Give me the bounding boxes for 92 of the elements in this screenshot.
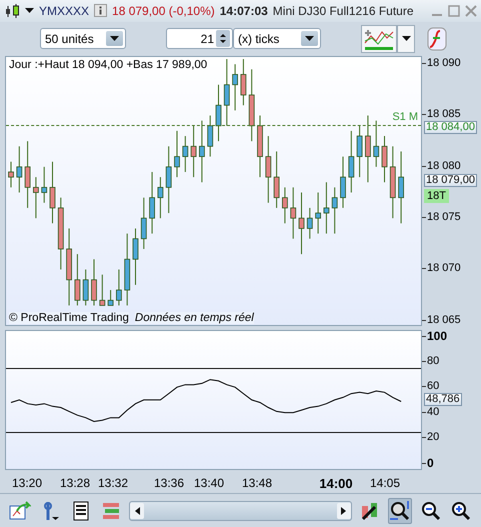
copyright-text: © ProRealTime Trading bbox=[9, 312, 129, 324]
candle bbox=[290, 186, 296, 239]
symbol-label[interactable]: YMXXXX bbox=[39, 4, 90, 18]
price-axis-label: 18 080 bbox=[427, 160, 461, 173]
candle bbox=[282, 186, 288, 224]
caret-icon bbox=[25, 8, 34, 14]
level-label: S1 M bbox=[392, 111, 418, 124]
time-axis-label: 13:28 bbox=[60, 476, 90, 490]
last-price-tag: 18 079,00 bbox=[424, 174, 477, 187]
candle bbox=[8, 160, 14, 188]
candle bbox=[324, 181, 330, 234]
time-axis-label: 14:00 bbox=[319, 476, 353, 492]
candle bbox=[382, 135, 388, 182]
instrument-name: Mini DJ30 Full1216 Future bbox=[272, 4, 414, 18]
indicators-button[interactable] bbox=[361, 24, 397, 53]
candle bbox=[108, 289, 114, 306]
candle bbox=[74, 253, 80, 306]
oscillator-axis-label: 100 bbox=[427, 330, 448, 343]
candle bbox=[315, 192, 321, 234]
candle bbox=[232, 63, 238, 111]
candle bbox=[24, 140, 30, 208]
oscillator-axis-label: 20 bbox=[427, 431, 440, 444]
candle bbox=[190, 124, 196, 178]
oscillator-axis-label: 0 bbox=[427, 456, 434, 470]
time-axis-label: 13:40 bbox=[194, 476, 224, 490]
candle bbox=[340, 156, 346, 208]
spinner-arrows-icon[interactable] bbox=[216, 30, 230, 48]
candle bbox=[166, 146, 172, 214]
quote-time: 14:07:03 bbox=[220, 4, 268, 18]
candle bbox=[306, 207, 313, 239]
data-note: Données en temps réel bbox=[134, 312, 254, 324]
caret-icon bbox=[402, 36, 410, 42]
time-axis-label: 13:36 bbox=[154, 476, 184, 490]
candle bbox=[298, 192, 304, 254]
oscillator-value-tag: 48,786 bbox=[424, 393, 462, 406]
price-axis-label: 18 075 bbox=[427, 210, 461, 224]
oscillator-axis-label: 80 bbox=[427, 354, 440, 368]
zoom-tool-button[interactable] bbox=[388, 498, 412, 524]
oscillator-axis-label: 60 bbox=[427, 380, 440, 394]
price-change: 18 079,00 (-0,10%) bbox=[112, 4, 215, 18]
time-axis-label: 13:48 bbox=[242, 476, 272, 490]
candle bbox=[174, 130, 180, 178]
units-dropdown[interactable]: 50 unités bbox=[40, 28, 126, 50]
caret-icon bbox=[110, 36, 119, 42]
candle bbox=[274, 150, 280, 208]
caret-icon bbox=[305, 36, 314, 42]
candle bbox=[41, 166, 48, 203]
candle bbox=[158, 176, 164, 218]
price-axis-label: 18 090 bbox=[427, 56, 461, 70]
candle bbox=[132, 228, 138, 286]
candle bbox=[140, 196, 147, 250]
daily-high-low: Jour :+Haut 18 094,00 +Bas 17 989,00 bbox=[9, 58, 208, 71]
candle bbox=[199, 120, 205, 182]
candle bbox=[265, 135, 272, 203]
time-axis-label: 13:20 bbox=[12, 476, 42, 490]
period-count-field[interactable]: 21 bbox=[166, 28, 233, 50]
candle bbox=[33, 176, 39, 218]
indicators-menu-button[interactable] bbox=[397, 24, 415, 53]
price-axis-label: 18 085 bbox=[427, 108, 461, 122]
candle bbox=[365, 114, 371, 182]
candle bbox=[91, 258, 97, 306]
horizontal-scrollbar[interactable] bbox=[129, 500, 352, 521]
tick-count-badge: 18T bbox=[424, 188, 449, 203]
scroll-left-icon[interactable] bbox=[134, 506, 140, 515]
price-axis-label: 18 065 bbox=[427, 314, 461, 327]
info-icon[interactable] bbox=[94, 4, 108, 18]
candle bbox=[216, 84, 222, 142]
function-icon[interactable] bbox=[427, 26, 447, 51]
candle bbox=[356, 124, 362, 178]
candle-logo-icon bbox=[4, 2, 20, 19]
candle bbox=[182, 135, 188, 172]
candle bbox=[332, 186, 338, 234]
price-axis-label: 18 070 bbox=[427, 262, 461, 276]
candle bbox=[257, 114, 263, 178]
period-unit-dropdown[interactable]: (x) ticks bbox=[233, 28, 321, 50]
candle bbox=[224, 58, 230, 126]
level-price-tag: 18 084,00 bbox=[424, 121, 477, 134]
time-axis-label: 14:05 bbox=[370, 476, 400, 490]
time-axis-label: 13:32 bbox=[98, 476, 128, 490]
candle bbox=[16, 146, 22, 193]
scroll-right-icon[interactable] bbox=[341, 506, 346, 515]
candle bbox=[149, 171, 155, 234]
candle bbox=[116, 268, 122, 306]
oscillator-axis-label: 40 bbox=[427, 406, 440, 419]
candle bbox=[348, 130, 354, 193]
candle bbox=[373, 120, 380, 168]
candle bbox=[207, 114, 214, 157]
candle bbox=[99, 274, 106, 306]
candle bbox=[240, 58, 246, 106]
chart-signals-icon bbox=[364, 28, 394, 50]
candle bbox=[82, 268, 89, 306]
candle bbox=[50, 160, 56, 224]
